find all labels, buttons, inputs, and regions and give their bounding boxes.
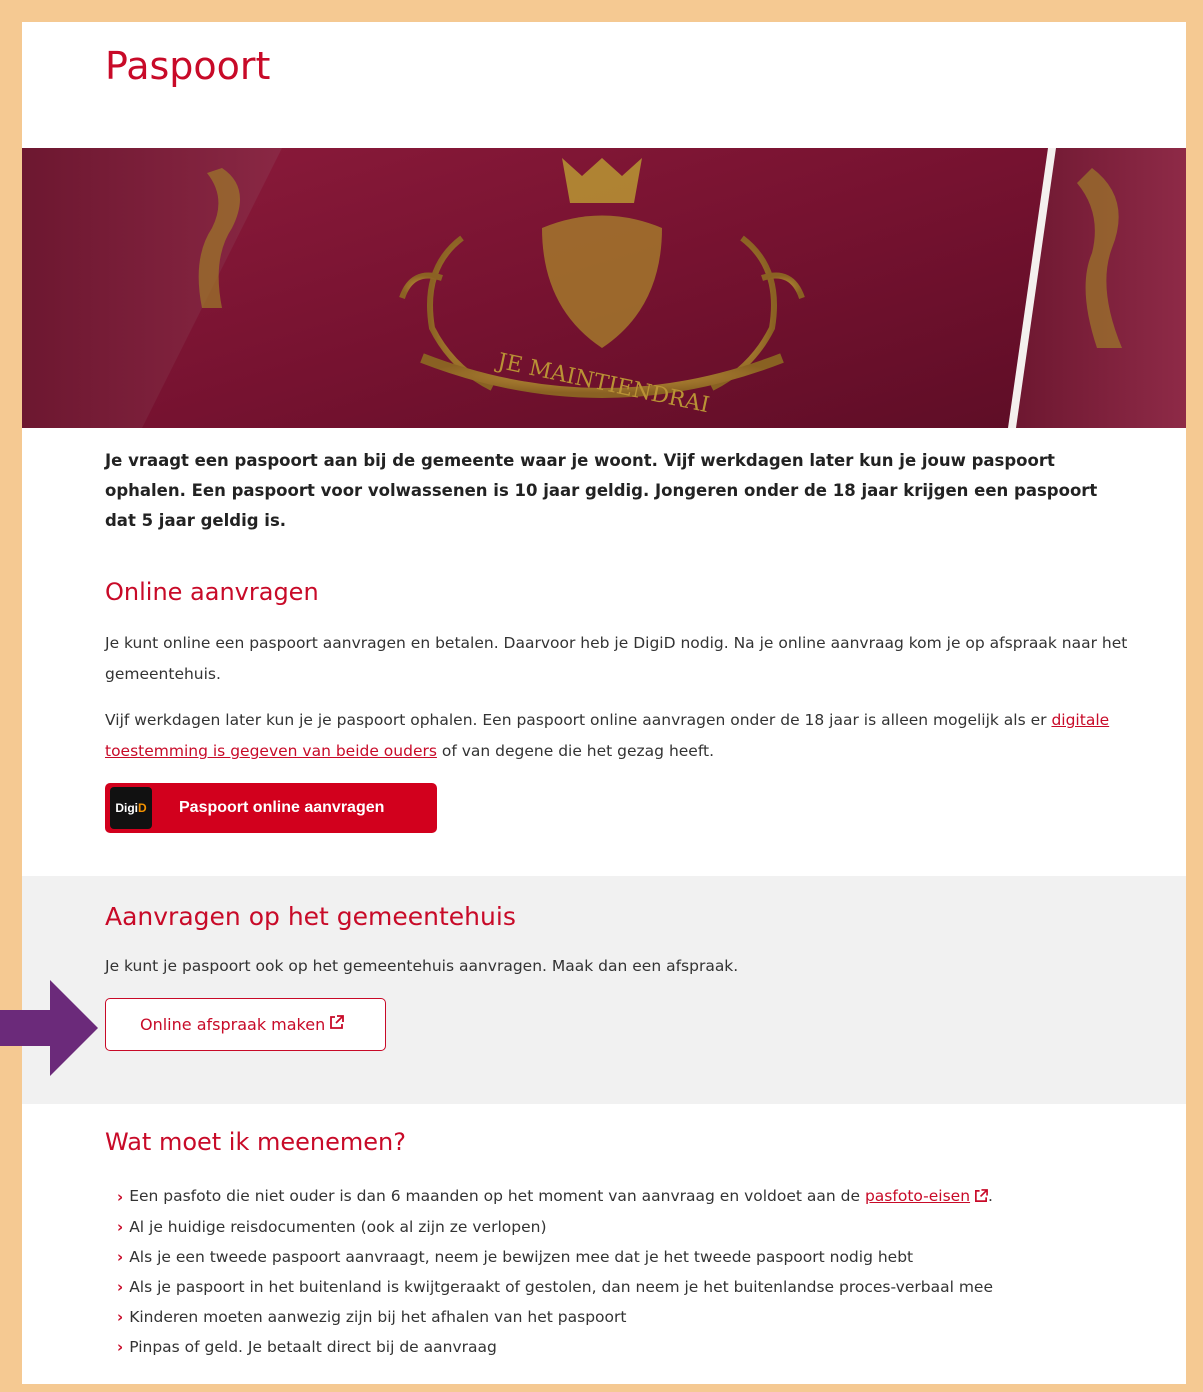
list-item: › Een pasfoto die niet ouder is dan 6 ma…	[117, 1182, 993, 1212]
annotation-arrow-icon	[0, 980, 98, 1076]
list-item-text: Pinpas of geld. Je betaalt direct bij de…	[129, 1338, 497, 1356]
list-item: › Als je een tweede paspoort aanvraagt, n…	[117, 1242, 993, 1272]
list-item-text: Kinderen moeten aanwezig zijn bij het af…	[129, 1308, 627, 1326]
digid-logo-main: Digi	[115, 801, 138, 815]
hero-image: JE MAINTIENDRAI	[22, 148, 1186, 428]
online-paragraph-2: Vijf werkdagen later kun je je paspoort …	[105, 705, 1155, 767]
chevron-right-icon: ›	[117, 1248, 124, 1266]
list-item: › Al je huidige reisdocumenten (ook al zi…	[117, 1212, 993, 1242]
paspoort-online-aanvragen-button[interactable]: Digi D Paspoort online aanvragen	[105, 783, 437, 833]
digid-logo-icon: Digi D	[110, 787, 152, 829]
list-item: › Als je paspoort in het buitenland is kw…	[117, 1272, 993, 1302]
list-item-text-before: Een pasfoto die niet ouder is dan 6 maan…	[129, 1187, 865, 1205]
list-item-text: Een pasfoto die niet ouder is dan 6 maan…	[129, 1183, 993, 1211]
external-link-icon	[974, 1185, 988, 1211]
chevron-right-icon: ›	[117, 1188, 124, 1206]
list-item: › Kinderen moeten aanwezig zijn bij het a…	[117, 1302, 993, 1332]
pasfoto-eisen-link[interactable]: pasfoto-eisen	[865, 1187, 970, 1205]
gemeentehuis-text: Je kunt je paspoort ook op het gemeenteh…	[105, 957, 739, 975]
chevron-right-icon: ›	[117, 1278, 124, 1296]
list-item: › Pinpas of geld. Je betaalt direct bij d…	[117, 1332, 993, 1362]
paspoort-online-aanvragen-label: Paspoort online aanvragen	[179, 799, 385, 816]
online-paragraph-1: Je kunt online een paspoort aanvragen en…	[105, 634, 1128, 683]
chevron-right-icon: ›	[117, 1308, 124, 1326]
list-item-text: Als je paspoort in het buitenland is kwi…	[129, 1278, 994, 1296]
chevron-right-icon: ›	[117, 1218, 124, 1236]
list-item-text-after: .	[988, 1187, 993, 1205]
online-afspraak-maken-button[interactable]: Online afspraak maken	[105, 998, 386, 1051]
passport-illustration: JE MAINTIENDRAI	[22, 148, 1186, 428]
intro-text: Je vraagt een paspoort aan bij de gemeen…	[105, 451, 1098, 530]
list-item-text: Als je een tweede paspoort aanvraagt, ne…	[129, 1248, 914, 1266]
list-item-text: Al je huidige reisdocumenten (ook al zij…	[129, 1218, 547, 1236]
page-card: Paspoort JE MAINTIENDRAI Je vraagt een p…	[22, 22, 1186, 1384]
meenemen-list: › Een pasfoto die niet ouder is dan 6 ma…	[117, 1182, 993, 1362]
gemeentehuis-heading: Aanvragen op het gemeentehuis	[105, 902, 516, 931]
meenemen-heading: Wat moet ik meenemen?	[105, 1128, 406, 1156]
online-heading: Online aanvragen	[105, 578, 319, 606]
external-link-icon	[329, 1015, 345, 1034]
online-p2-text-before: Vijf werkdagen later kun je je paspoort …	[105, 711, 1052, 729]
gemeentehuis-section: Aanvragen op het gemeentehuis Je kunt je…	[22, 876, 1186, 1104]
digid-logo-accent: D	[138, 801, 147, 815]
online-afspraak-maken-label: Online afspraak maken	[140, 1015, 326, 1034]
online-p2-text-after: of van degene die het gezag heeft.	[436, 742, 715, 760]
page-title: Paspoort	[105, 44, 271, 88]
chevron-right-icon: ›	[117, 1338, 124, 1356]
